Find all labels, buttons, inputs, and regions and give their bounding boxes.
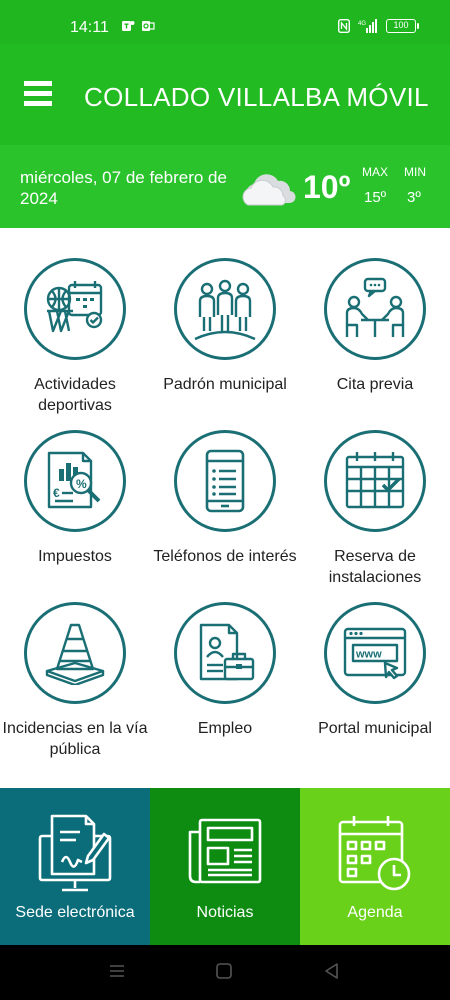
tile-label: Padrón municipal [163, 376, 287, 393]
hamburger-menu-icon[interactable] [24, 81, 54, 111]
calendar-check-icon [324, 430, 426, 532]
app-bar: COLLADO VILLALBA MÓVIL [0, 44, 450, 145]
min-temperature: 3º [407, 189, 421, 206]
tile-portal-municipal[interactable]: www Portal municipal [300, 572, 450, 744]
recent-apps-icon[interactable] [107, 961, 127, 981]
tile-actividades-deportivas[interactable]: Actividades deportivas [0, 228, 150, 414]
status-right: 4G 100 [338, 19, 419, 33]
system-nav-bar [0, 945, 450, 1000]
tile-empleo[interactable]: Empleo [150, 572, 300, 744]
svg-text:www: www [355, 649, 382, 661]
tile-label: Portal municipal [318, 720, 432, 737]
web-browser-icon: www [324, 602, 426, 704]
outlook-icon [141, 19, 155, 33]
tile-cita-previa[interactable]: Cita previa [300, 228, 450, 400]
max-temperature: 15º [364, 189, 387, 206]
teams-icon [121, 19, 135, 33]
traffic-cone-icon [24, 602, 126, 704]
current-date: miércoles, 07 de febrero de 2024 [20, 168, 227, 208]
cloud-icon [242, 174, 296, 206]
meeting-icon [324, 258, 426, 360]
tile-label: Cita previa [336, 376, 414, 393]
phone-icon [174, 430, 276, 532]
tile-noticias[interactable]: Noticias [150, 788, 300, 945]
tile-agenda[interactable]: Agenda [300, 788, 450, 945]
tile-telefonos-de-interes[interactable]: Teléfonos de interés [150, 400, 300, 572]
services-grid: Actividades deportivas Padrón municipal [0, 228, 450, 788]
signal-icon: 4G [358, 19, 377, 33]
e-signature-icon [38, 814, 112, 892]
tile-padron-municipal[interactable]: Padrón municipal [150, 228, 300, 400]
tax-document-icon: % € [24, 430, 126, 532]
svg-text:%: % [76, 477, 87, 491]
back-icon[interactable] [322, 961, 342, 981]
tile-reserva-de-instalaciones[interactable]: Reserva de instalaciones [300, 400, 450, 586]
status-time: 14:11 [70, 19, 109, 36]
max-label: MAX [362, 165, 389, 179]
sports-calendar-icon [24, 258, 126, 360]
tile-label: Sede electrónica [15, 904, 135, 921]
tile-label: Teléfonos de interés [153, 548, 297, 565]
newspaper-icon [188, 818, 262, 884]
tile-label: Agenda [347, 904, 403, 921]
battery-icon: 100 [386, 19, 419, 33]
tile-sede-electronica[interactable]: Sede electrónica [0, 788, 150, 945]
svg-text:€: € [53, 486, 60, 500]
notification-icons [121, 19, 155, 33]
current-temperature: 10º [303, 169, 351, 205]
employment-icon [174, 602, 276, 704]
status-bar: 14:11 4G 100 [0, 0, 450, 44]
tile-label: Impuestos [38, 548, 112, 565]
tile-incidencias-via-publica[interactable]: Incidencias en la vía pública [0, 572, 150, 758]
weather-bar: miércoles, 07 de febrero de 2024 10º MAX… [0, 145, 450, 228]
tile-label: Empleo [197, 720, 253, 737]
app-title: COLLADO VILLALBA MÓVIL [84, 82, 429, 112]
agenda-icon [338, 816, 411, 891]
home-icon[interactable] [214, 961, 234, 981]
nfc-icon [338, 19, 350, 33]
people-icon [174, 258, 276, 360]
tile-label: Incidencias en la vía pública [2, 720, 148, 758]
tile-label: Noticias [196, 904, 254, 921]
svg-text:4G: 4G [358, 21, 366, 27]
min-label: MIN [404, 165, 426, 179]
tile-impuestos[interactable]: % € Impuestos [0, 400, 150, 572]
